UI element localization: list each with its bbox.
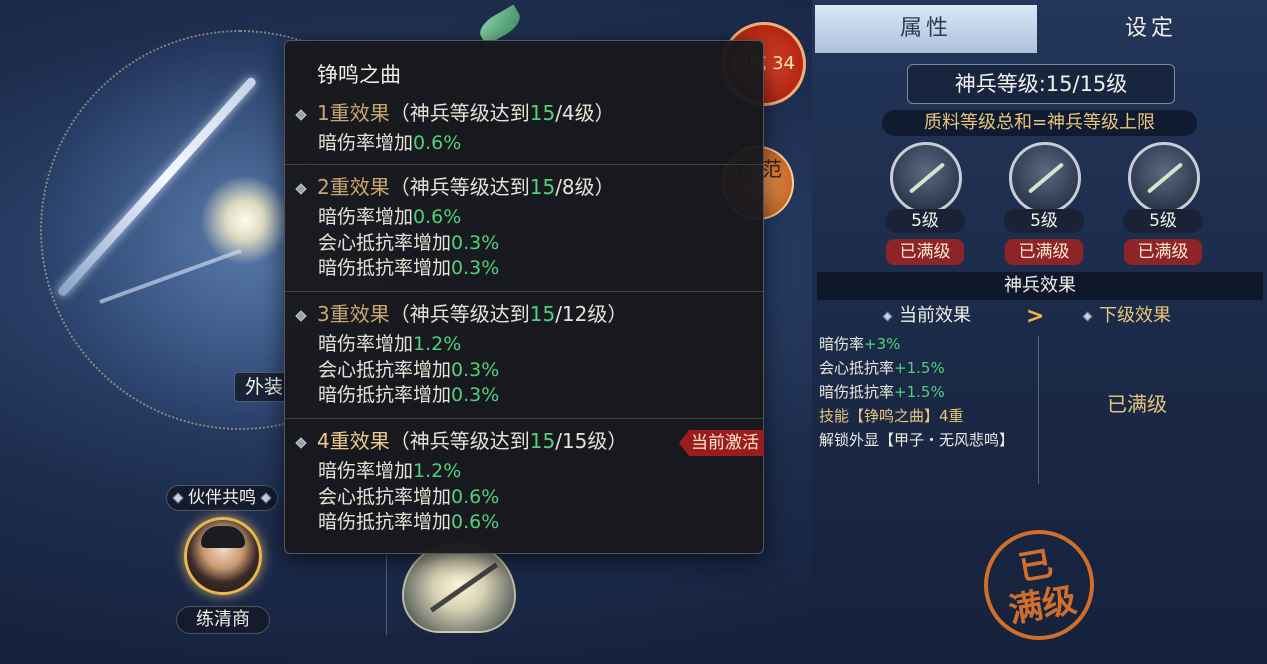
slot-level: 5级 [1123,209,1203,233]
tier-cond-required: /12级 [555,302,608,326]
partner-avatar[interactable] [184,517,262,595]
tier-effects: 暗伤率增加0.6% [318,131,461,157]
tier-label: 4重效果 [317,429,390,453]
slot-status: 已满级 [1124,239,1202,265]
diamond-bullet-icon [295,182,307,195]
tier-cond-prefix: （神兵等级达到 [389,302,530,326]
effect-line: 暗伤抵抗率增加0.3% [318,384,500,406]
slot-level: 5级 [1004,209,1084,233]
tab-settings[interactable]: 设定 [1040,5,1262,53]
tier-cond-prefix: （神兵等级达到 [389,175,530,199]
tier-effects: 暗伤率增加1.2% 会心抵抗率增加0.6% 暗伤抵抗率增加0.6% [318,459,499,536]
effect-line: 暗伤率增加0.6% [318,132,462,154]
arrow-right-icon: > [1026,304,1045,329]
attribute-panel: 属性 设定 神兵等级:15/15级 质料等级总和=神兵等级上限 5级 已满级 5… [812,0,1267,664]
skill-tooltip: 铮鸣之曲 1重效果（神兵等级达到15/4级） 暗伤率增加0.6% 2重效果（神兵… [284,40,764,554]
tier-effects: 暗伤率增加1.2% 会心抵抗率增加0.3% 暗伤抵抗率增加0.3% [318,332,499,409]
effect-line: 暗伤率增加0.6% [318,206,462,228]
active-badge: 当前激活 [679,430,764,456]
effect-item: 会心抵抗率+1.5% [819,359,945,377]
partner-resonance-header: 伙伴共鸣 [166,485,278,511]
current-effect-list: 暗伤率+3% 会心抵抗率+1.5% 暗伤抵抗率+1.5% 技能【铮鸣之曲】4重 … [819,332,1014,452]
divider [1038,336,1039,484]
effect-section-title: 神兵效果 [817,272,1263,300]
max-level-stamp: 已 满级 [975,521,1103,649]
effect-item: 技能【铮鸣之曲】4重 [819,407,964,425]
tier-header: 2重效果（神兵等级达到15/8级） [295,173,615,201]
tier-label: 2重效果 [317,175,390,199]
divider [386,555,387,635]
tier-header: 4重效果（神兵等级达到15/15级） [295,427,628,455]
tier-cond-suffix: ） [607,429,628,453]
effect-line: 会心抵抗率增加0.3% [318,358,500,381]
partner-resonance-label: 伙伴共鸣 [188,488,256,508]
effect-line: 会心抵抗率增加0.6% [318,485,500,508]
tier-cond-required: /15级 [555,429,608,453]
diamond-icon [882,311,893,321]
slot-level: 5级 [885,209,965,233]
diamond-icon [260,492,272,504]
material-slot-1[interactable]: 5级 已满级 [882,142,972,267]
effect-item: 暗伤率+3% [819,335,901,353]
diamond-bullet-icon [295,108,307,121]
tier-4: 4重效果（神兵等级达到15/15级） 当前激活 暗伤率增加1.2% 会心抵抗率增… [285,427,764,551]
partner-name: 练清商 [176,606,270,634]
tier-cond-prefix: （神兵等级达到 [389,429,530,453]
light-glow [200,175,290,265]
tier-cond-current: 15 [529,101,556,125]
effect-item: 解锁外显【甲子・无风悲鸣】 [819,431,1015,449]
tier-label: 1重效果 [317,101,390,125]
effect-line: 会心抵抗率增加0.3% [318,231,500,254]
tier-cond-required: /4级 [555,101,595,125]
tier-cond-prefix: （神兵等级达到 [389,101,530,125]
tab-attributes[interactable]: 属性 [815,5,1037,53]
effect-line: 暗伤抵抗率增加0.6% [318,511,500,533]
diamond-icon [172,492,184,504]
level-rule: 质料等级总和=神兵等级上限 [882,110,1197,136]
tier-3: 3重效果（神兵等级达到15/12级） 暗伤率增加1.2% 会心抵抗率增加0.3%… [285,300,763,419]
tier-cond-current: 15 [529,302,556,326]
next-effect-title: 下级效果 [1082,304,1171,328]
slot-status: 已满级 [1005,239,1083,265]
next-effect-max: 已满级 [1107,392,1167,416]
tier-cond-current: 15 [529,429,556,453]
diamond-bullet-icon [295,436,307,449]
material-slot-2[interactable]: 5级 已满级 [1001,142,1091,267]
weapon-skill-orb[interactable] [402,543,516,633]
material-icon [1128,142,1200,214]
effect-line: 暗伤率增加1.2% [318,460,462,482]
tier-label: 3重效果 [317,302,390,326]
tier-header: 1重效果（神兵等级达到15/4级） [295,99,615,127]
tier-cond-suffix: ） [594,101,615,125]
diamond-icon [1082,311,1093,321]
tier-2: 2重效果（神兵等级达到15/8级） 暗伤率增加0.6% 会心抵抗率增加0.3% … [285,173,763,292]
effect-line: 暗伤抵抗率增加0.3% [318,257,500,279]
diamond-bullet-icon [295,309,307,322]
effect-item: 暗伤抵抗率+1.5% [819,383,945,401]
tier-cond-current: 15 [529,175,556,199]
tooltip-title: 铮鸣之曲 [317,63,401,87]
effect-line: 暗伤率增加1.2% [318,333,462,355]
material-icon [890,142,962,214]
slot-status: 已满级 [886,239,964,265]
tier-effects: 暗伤率增加0.6% 会心抵抗率增加0.3% 暗伤抵抗率增加0.3% [318,205,499,282]
material-slot-3[interactable]: 5级 已满级 [1120,142,1210,267]
tier-cond-suffix: ） [594,175,615,199]
tier-1: 1重效果（神兵等级达到15/4级） 暗伤率增加0.6% [285,99,763,165]
tier-header: 3重效果（神兵等级达到15/12级） [295,300,628,328]
material-icon [1009,142,1081,214]
current-effect-title: 当前效果 [882,304,971,328]
tier-cond-suffix: ） [607,302,628,326]
tier-cond-required: /8级 [555,175,595,199]
weapon-level: 神兵等级:15/15级 [907,64,1175,104]
